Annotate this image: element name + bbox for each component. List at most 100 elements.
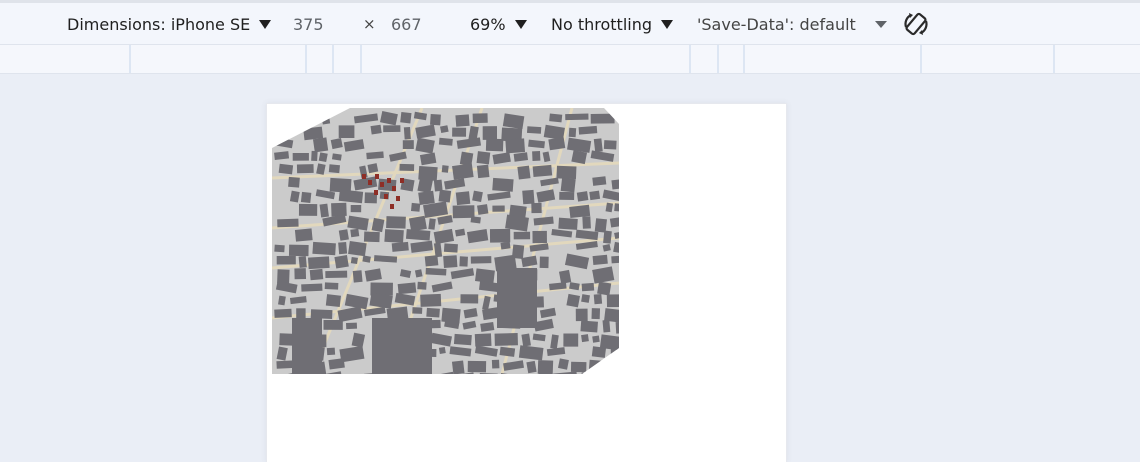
building: [298, 255, 307, 268]
building: [443, 255, 458, 268]
building: [582, 216, 591, 229]
building: [312, 137, 329, 153]
ruler-marker: [743, 45, 745, 73]
dimensions-dropdown[interactable]: Dimensions: iPhone SE: [67, 3, 272, 45]
building: [325, 270, 348, 279]
building: [475, 268, 495, 284]
highlighted-building: [375, 174, 379, 179]
height-input[interactable]: 667: [391, 3, 422, 45]
building: [470, 256, 492, 264]
building: [438, 137, 453, 146]
building: [301, 283, 323, 292]
width-input[interactable]: 375: [293, 3, 324, 45]
device-toolbar: Dimensions: iPhone SE 375 × 667 69% No t…: [0, 0, 1140, 45]
building: [452, 163, 474, 180]
building: [414, 269, 423, 278]
building: [338, 241, 348, 255]
building: [569, 204, 591, 219]
building: [476, 151, 491, 165]
building: [470, 216, 481, 224]
rotate-icon: [904, 12, 928, 36]
building: [451, 360, 465, 374]
highlighted-building: [396, 196, 400, 201]
building: [452, 205, 475, 219]
building: [417, 177, 433, 194]
building: [296, 164, 314, 174]
zoom-dropdown[interactable]: 69%: [470, 3, 527, 45]
chevron-down-icon: [661, 19, 674, 29]
caret-down-icon: [875, 20, 887, 28]
building: [592, 335, 600, 343]
building: [500, 241, 511, 250]
building: [338, 125, 355, 139]
building: [603, 230, 612, 244]
building: [278, 295, 286, 306]
building: [348, 240, 367, 257]
building: [296, 308, 306, 320]
building: [593, 138, 603, 153]
building: [307, 256, 330, 270]
ruler-marker: [689, 45, 691, 73]
building: [319, 203, 329, 218]
building: [580, 372, 598, 374]
building: [425, 267, 447, 276]
building: [459, 256, 468, 267]
building: [352, 270, 363, 283]
building: [559, 191, 575, 201]
building: [513, 231, 531, 240]
building: [581, 282, 595, 292]
save-data-label: 'Save-Data': default: [697, 14, 856, 34]
building: [384, 229, 404, 243]
building: [575, 308, 588, 322]
building: [312, 241, 336, 256]
building: [610, 348, 619, 358]
building: [433, 179, 443, 192]
building: [522, 189, 535, 205]
rotate-button[interactable]: [902, 3, 930, 45]
highlighted-building: [390, 204, 394, 209]
building: [560, 177, 576, 193]
building: [276, 113, 294, 121]
building: [538, 373, 549, 374]
building: [294, 228, 313, 242]
building: [482, 126, 498, 140]
building: [420, 293, 442, 307]
building: [274, 244, 285, 253]
throttling-label: No throttling: [551, 14, 653, 34]
building: [556, 165, 577, 180]
building: [326, 347, 336, 356]
device-viewport[interactable]: [266, 103, 787, 462]
building: [350, 256, 358, 265]
building: [288, 244, 309, 257]
save-data-dropdown[interactable]: 'Save-Data': default: [697, 3, 856, 45]
save-data-caret[interactable]: [875, 3, 887, 45]
building: [477, 204, 489, 215]
building: [294, 111, 318, 125]
building: [452, 127, 467, 137]
throttling-dropdown[interactable]: No throttling: [551, 3, 674, 45]
building: [537, 360, 554, 374]
city-map-3d[interactable]: [272, 108, 619, 374]
building: [350, 228, 360, 238]
media-query-ruler[interactable]: [0, 45, 1140, 74]
building: [526, 126, 542, 134]
building: [430, 113, 441, 126]
building: [363, 231, 380, 243]
building: [443, 243, 458, 253]
building: [399, 163, 415, 171]
building: [334, 255, 349, 269]
chevron-down-icon: [514, 19, 527, 29]
ruler-marker: [1053, 45, 1055, 73]
building: [309, 268, 324, 281]
ruler-marker: [920, 45, 922, 73]
ruler-marker: [717, 45, 719, 73]
building: [274, 151, 290, 160]
building: [603, 140, 617, 150]
ruler-marker: [360, 45, 362, 73]
ruler-marker: [305, 45, 307, 73]
building: [467, 360, 487, 373]
building: [397, 282, 417, 295]
highlighted-building: [374, 190, 378, 195]
building: [592, 254, 608, 265]
building: [592, 176, 607, 186]
